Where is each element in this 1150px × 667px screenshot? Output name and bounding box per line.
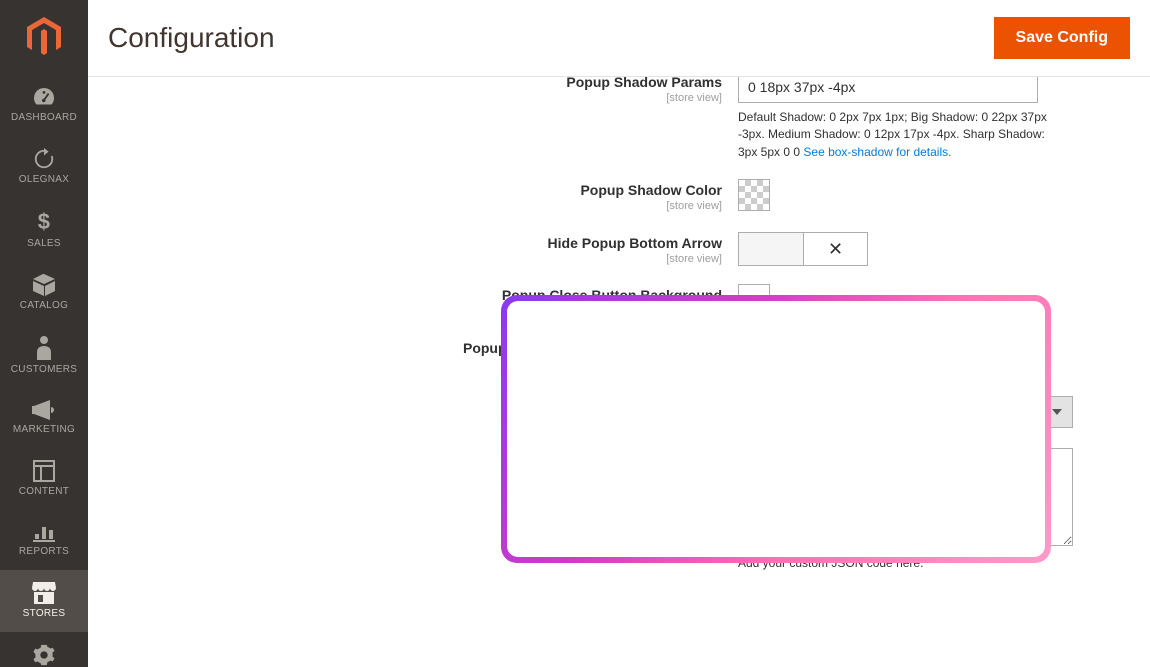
sidebar-label: CONTENT — [0, 486, 88, 497]
field-close-btn-bg: Popup Close Button Background [store vie… — [88, 284, 1150, 319]
hide-arrow-toggle[interactable]: ✕ — [738, 232, 868, 266]
gear-icon — [0, 644, 88, 666]
field-scope: [store view] — [88, 92, 722, 104]
megaphone-icon — [0, 400, 88, 420]
close-bg-color-swatch[interactable] — [738, 284, 770, 316]
sidebar-item-customers[interactable]: CUSTOMERS — [0, 324, 88, 388]
page-header: Configuration Save Config — [88, 0, 1150, 77]
field-label: Map Style — [657, 399, 722, 415]
field-label: Hide Popup Bottom Arrow — [548, 235, 722, 251]
sidebar-label: MARKETING — [0, 424, 88, 435]
field-label: Popup Shadow Color — [580, 182, 722, 198]
field-popup-shadow-color: Popup Shadow Color [store view] — [88, 179, 1150, 214]
save-config-button[interactable]: Save Config — [994, 17, 1130, 59]
close-icon: ✕ — [828, 239, 843, 260]
field-custom-map-json: Custom map JSON [store view] Add your cu… — [88, 448, 1150, 572]
field-hide-popup-arrow: Hide Popup Bottom Arrow [store view] ✕ — [88, 232, 1150, 266]
sidebar-label: SALES — [0, 238, 88, 249]
sidebar-item-stores[interactable]: STORES — [0, 570, 88, 632]
config-form: Popup Shadow Params [store view] Default… — [88, 77, 1150, 667]
field-label: Popup Close Button Background — [502, 287, 722, 303]
sidebar-item-system[interactable] — [0, 632, 88, 666]
custom-map-json-textarea[interactable] — [738, 448, 1073, 546]
sidebar-item-olegnax[interactable]: OLEGNAX — [0, 136, 88, 198]
sidebar-label: OLEGNAX — [0, 174, 88, 185]
select-value: Custom — [738, 396, 1041, 428]
box-shadow-link[interactable]: See box-shadow for details. — [803, 145, 951, 159]
toggle-knob: ✕ — [803, 338, 867, 356]
sidebar-item-sales[interactable]: $ SALES — [0, 198, 88, 262]
field-scope: [store view] — [88, 253, 722, 265]
field-label: Popup Close Button, Invert Icons color — [463, 340, 722, 356]
sidebar-label: CUSTOMERS — [0, 364, 88, 375]
refresh-icon — [0, 148, 88, 170]
layout-icon — [0, 460, 88, 482]
chevron-down-icon — [1041, 396, 1073, 428]
field-note: Add your custom JSON code here. — [738, 555, 1073, 572]
sidebar-item-content[interactable]: CONTENT — [0, 448, 88, 510]
sidebar-item-dashboard[interactable]: DASHBOARD — [0, 74, 88, 136]
field-scope: [store view] — [88, 418, 722, 430]
field-note: Default Shadow: 0 2px 7px 1px; Big Shado… — [738, 109, 1058, 161]
sidebar-label: DASHBOARD — [0, 112, 88, 123]
field-scope: [store view] — [88, 469, 722, 481]
popup-shadow-params-input[interactable] — [738, 77, 1038, 103]
field-label: Custom map JSON — [595, 451, 722, 467]
logo-cell[interactable] — [0, 0, 88, 74]
storefront-icon — [0, 582, 88, 604]
dollar-icon: $ — [0, 210, 88, 234]
map-style-select[interactable]: Custom — [738, 396, 1073, 428]
invert-icons-toggle[interactable]: ✕ — [738, 337, 868, 357]
shadow-color-swatch[interactable] — [738, 179, 770, 211]
field-scope: [store view] — [88, 200, 722, 212]
box-icon — [0, 274, 88, 296]
field-popup-shadow-params: Popup Shadow Params [store view] Default… — [88, 77, 1150, 161]
sidebar-item-catalog[interactable]: CATALOG — [0, 262, 88, 324]
page-title: Configuration — [108, 22, 275, 54]
svg-text:$: $ — [38, 210, 51, 234]
gauge-icon — [0, 86, 88, 108]
bar-chart-icon — [0, 522, 88, 542]
sidebar-label: CATALOG — [0, 300, 88, 311]
sidebar-label: REPORTS — [0, 546, 88, 557]
toggle-knob: ✕ — [803, 233, 867, 265]
field-label: Popup Shadow Params — [566, 77, 722, 90]
sidebar-label: STORES — [0, 608, 88, 619]
field-map-style: Map Style [store view] Custom — [88, 396, 1150, 429]
person-icon — [0, 336, 88, 360]
field-scope: [store view] — [88, 305, 722, 317]
close-icon: ✕ — [830, 340, 840, 354]
admin-sidebar: DASHBOARD OLEGNAX $ SALES CATALOG CUSTOM… — [0, 0, 88, 667]
field-close-invert-icons: Popup Close Button, Invert Icons color [… — [88, 337, 1150, 370]
sidebar-item-reports[interactable]: REPORTS — [0, 510, 88, 570]
sidebar-item-marketing[interactable]: MARKETING — [0, 388, 88, 448]
magento-logo-icon — [27, 17, 61, 57]
field-scope: [store view] — [88, 358, 722, 370]
